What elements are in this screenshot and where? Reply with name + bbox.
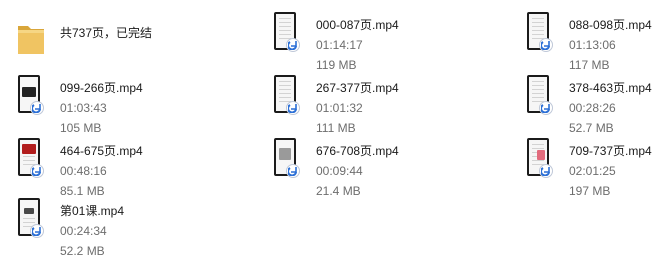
- file-item-video[interactable]: 099-266页.mp4 01:03:43 105 MB: [16, 75, 236, 135]
- file-item-video[interactable]: 676-708页.mp4 00:09:44 21.4 MB: [272, 138, 492, 198]
- file-size: 119 MB: [316, 58, 357, 72]
- media-player-badge-icon: [539, 164, 553, 178]
- video-file-icon: [272, 75, 300, 115]
- file-size: 117 MB: [569, 58, 610, 72]
- file-duration: 00:24:34: [60, 224, 107, 238]
- file-name: 099-266页.mp4: [60, 81, 143, 95]
- file-duration: 00:48:16: [60, 164, 107, 178]
- file-item-video[interactable]: 464-675页.mp4 00:48:16 85.1 MB: [16, 138, 236, 198]
- media-player-badge-icon: [286, 38, 300, 52]
- video-file-icon: [525, 75, 553, 115]
- file-name: 676-708页.mp4: [316, 144, 399, 158]
- file-size: 52.7 MB: [569, 121, 614, 135]
- file-duration: 00:28:26: [569, 101, 616, 115]
- media-player-badge-icon: [30, 224, 44, 238]
- file-name: 267-377页.mp4: [316, 81, 399, 95]
- media-player-badge-icon: [30, 101, 44, 115]
- file-name: 709-737页.mp4: [569, 144, 652, 158]
- file-duration: 01:14:17: [316, 38, 363, 52]
- file-item-video[interactable]: 第01课.mp4 00:24:34 52.2 MB: [16, 198, 236, 258]
- file-duration: 00:09:44: [316, 164, 363, 178]
- file-size: 111 MB: [316, 121, 356, 135]
- media-player-badge-icon: [539, 101, 553, 115]
- media-player-badge-icon: [30, 164, 44, 178]
- file-duration: 02:01:25: [569, 164, 616, 178]
- media-player-badge-icon: [539, 38, 553, 52]
- media-player-badge-icon: [286, 164, 300, 178]
- file-item-video[interactable]: 709-737页.mp4 02:01:25 197 MB: [525, 138, 672, 198]
- file-item-video[interactable]: 267-377页.mp4 01:01:32 111 MB: [272, 75, 492, 135]
- file-size: 197 MB: [569, 184, 611, 198]
- file-name: 088-098页.mp4: [569, 18, 652, 32]
- file-item-video[interactable]: 088-098页.mp4 01:13:06 117 MB: [525, 12, 672, 72]
- file-name: 共737页，已完结: [60, 26, 153, 40]
- video-file-icon: [272, 138, 300, 178]
- video-file-icon: [16, 198, 44, 238]
- file-size: 105 MB: [60, 121, 102, 135]
- video-file-icon: [525, 138, 553, 178]
- file-item-video[interactable]: 000-087页.mp4 01:14:17 119 MB: [272, 12, 492, 72]
- file-size: 52.2 MB: [60, 244, 105, 258]
- file-duration: 01:13:06: [569, 38, 616, 52]
- media-player-badge-icon: [286, 101, 300, 115]
- video-file-icon: [525, 12, 553, 52]
- file-name: 第01课.mp4: [60, 204, 125, 218]
- file-name: 464-675页.mp4: [60, 144, 143, 158]
- file-duration: 01:03:43: [60, 101, 107, 115]
- file-name: 378-463页.mp4: [569, 81, 652, 95]
- video-file-icon: [16, 75, 44, 115]
- file-name: 000-087页.mp4: [316, 18, 399, 32]
- video-file-icon: [272, 12, 300, 52]
- file-size: 21.4 MB: [316, 184, 361, 198]
- file-grid: 共737页，已完结 000-087页.mp4 01:14:17 119 MB 0…: [0, 0, 672, 263]
- video-file-icon: [16, 138, 44, 178]
- file-item-folder[interactable]: 共737页，已完结: [16, 18, 236, 78]
- file-item-video[interactable]: 378-463页.mp4 00:28:26 52.7 MB: [525, 75, 672, 135]
- folder-icon: [16, 20, 46, 60]
- file-duration: 01:01:32: [316, 101, 363, 115]
